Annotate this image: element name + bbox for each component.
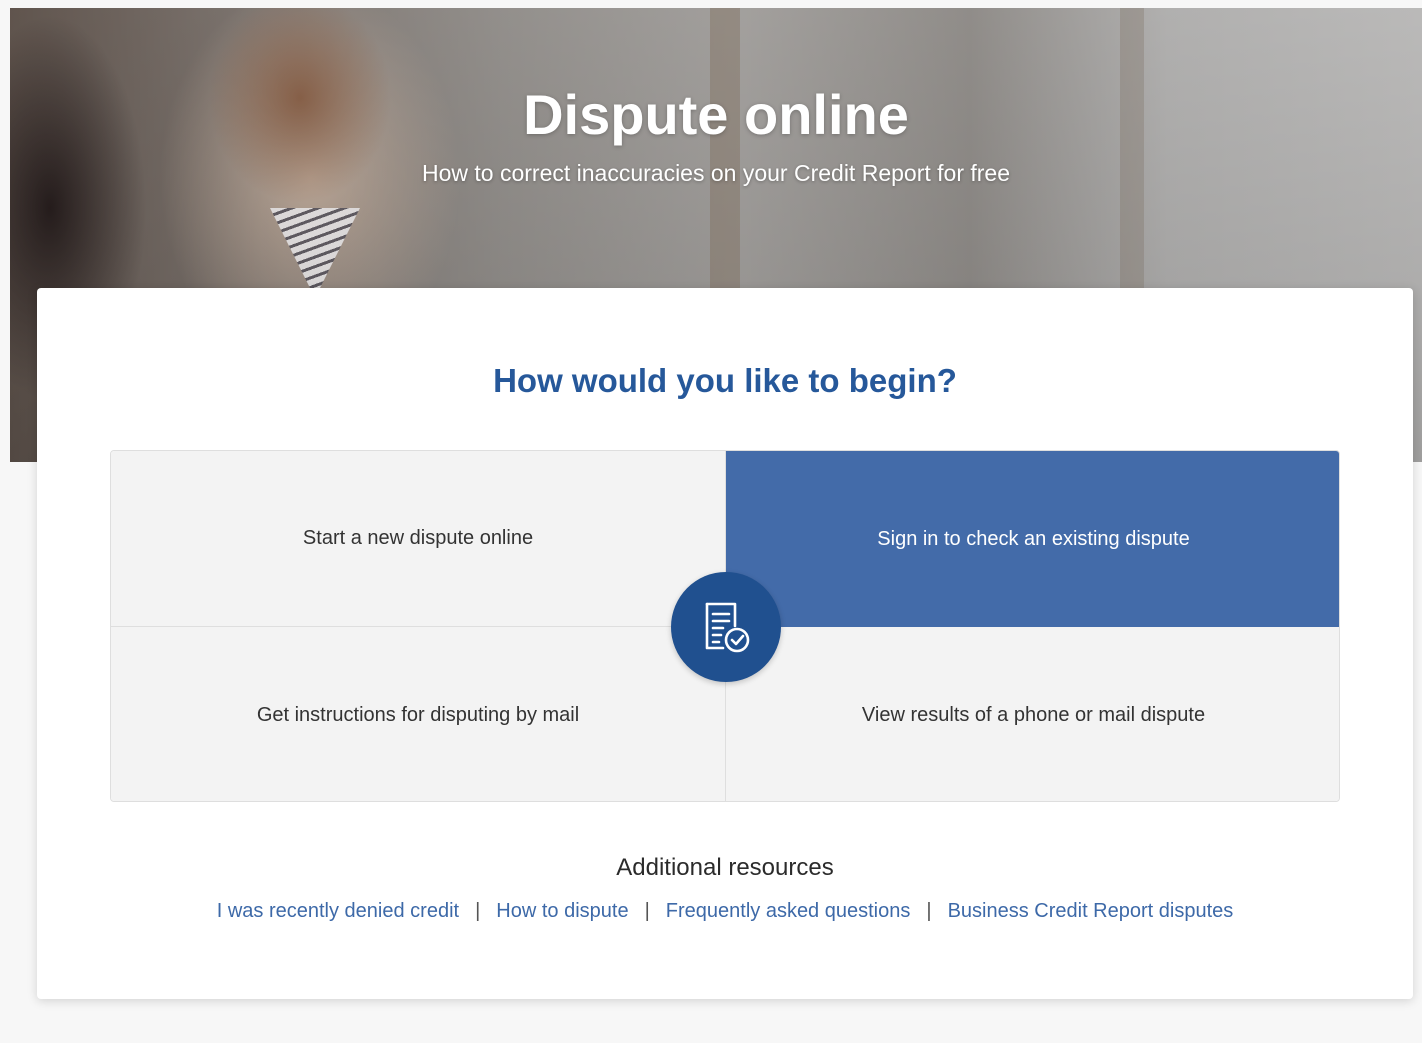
start-new-dispute-option[interactable]: Start a new dispute online — [111, 451, 726, 627]
link-separator: | — [926, 900, 932, 922]
check-existing-dispute-option[interactable]: Sign in to check an existing dispute — [726, 451, 1339, 627]
option-label: View results of a phone or mail dispute — [861, 703, 1206, 726]
denied-credit-link[interactable]: I was recently denied credit — [217, 900, 459, 923]
page-title: Dispute online — [523, 83, 909, 146]
option-label: Start a new dispute online — [302, 527, 534, 549]
document-check-icon — [671, 572, 781, 682]
option-label: Sign in to check an existing dispute — [877, 527, 1190, 550]
option-label: Get instructions for disputing by mail — [256, 703, 580, 726]
view-results-option[interactable]: View results of a phone or mail dispute — [726, 627, 1339, 801]
business-disputes-link[interactable]: Business Credit Report disputes — [948, 900, 1234, 923]
card-heading: How would you like to begin? — [493, 362, 957, 399]
link-separator: | — [475, 900, 481, 922]
additional-resources-links: I was recently denied credit | How to di… — [37, 900, 1413, 923]
faq-link[interactable]: Frequently asked questions — [666, 900, 911, 923]
dispute-options-card: How would you like to begin? Start a new… — [37, 288, 1413, 999]
how-to-dispute-link[interactable]: How to dispute — [496, 900, 628, 923]
mail-instructions-option[interactable]: Get instructions for disputing by mail — [111, 627, 726, 801]
hero-photo-detail — [270, 208, 360, 298]
page: Dispute online How to correct inaccuraci… — [0, 0, 1422, 1043]
additional-resources-heading: Additional resources — [616, 854, 834, 881]
link-separator: | — [644, 900, 650, 922]
page-subtitle: How to correct inaccuracies on your Cred… — [421, 160, 1011, 186]
